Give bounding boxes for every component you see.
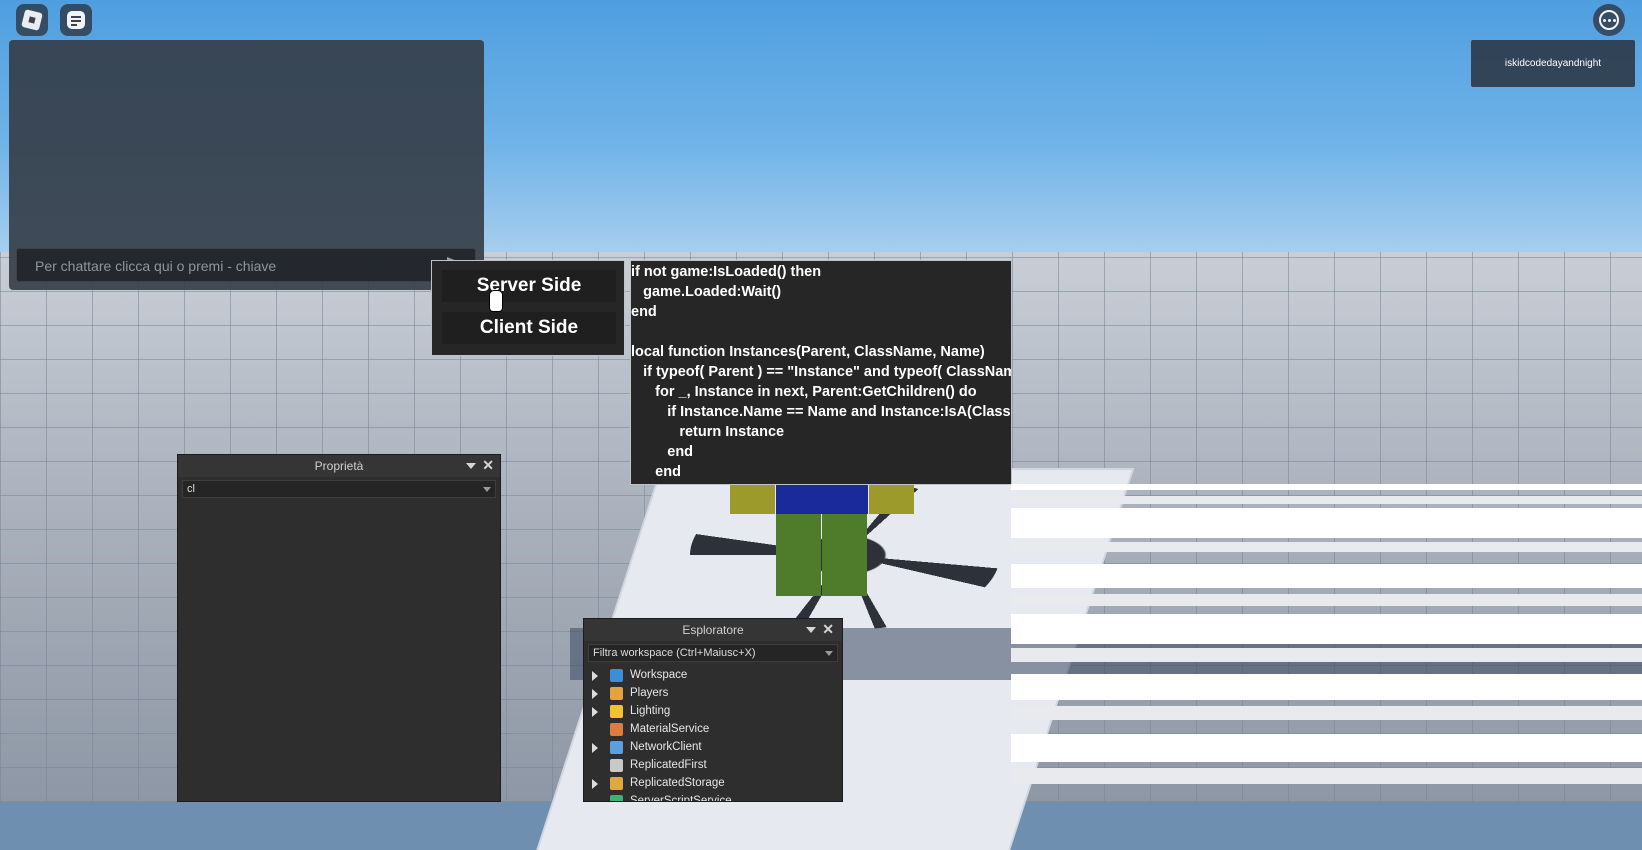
roblox-menu-button[interactable] [16,4,48,36]
storage-icon [610,777,623,790]
server-side-button[interactable]: Server Side [442,270,616,302]
material-icon [610,723,623,736]
tree-item[interactable]: ReplicatedFirst [584,757,842,775]
code-line: for _, Instance in next, Parent:GetChild… [631,384,977,400]
network-icon [610,741,623,754]
tree-item[interactable]: MaterialService [584,721,842,739]
chat-placeholder: Per chattare clicca qui o premi - chiave [35,258,277,274]
output-line [1011,484,1642,490]
tree-item[interactable]: ServerScriptService [584,793,842,802]
code-line: if typeof( Parent ) == "Instance" and ty… [631,364,1012,380]
properties-title-bar[interactable]: Proprietà ✕ [178,455,500,477]
close-icon[interactable]: ✕ [482,457,494,474]
avatar-right-leg [822,514,867,596]
output-line [1011,706,1642,720]
properties-filter-input[interactable]: cl [182,480,496,498]
avatar-left-leg [776,514,821,596]
player-name[interactable]: iskidcodedayandnight [1505,58,1601,69]
close-icon[interactable]: ✕ [822,621,834,638]
output-line [1011,564,1642,588]
script-service-icon [610,795,623,801]
output-line [1011,734,1642,762]
tree-item[interactable]: Workspace [584,667,842,685]
tree-item-label: MaterialService [630,723,710,735]
players-icon [610,687,623,700]
code-line: end [631,444,694,460]
code-line: return Instance [631,424,785,440]
player-list: iskidcodedayandnight [1471,40,1635,87]
tree-item-label: ServerScriptService [630,795,732,802]
executor-side-panel: Server Side Client Side [431,260,625,356]
hand-cursor-icon [489,290,503,312]
tree-item-label: ReplicatedFirst [630,759,707,771]
output-line [1011,648,1642,662]
chat-input[interactable]: Per chattare clicca qui o premi - chiave [16,248,476,282]
tree-item-label: Players [630,687,669,699]
explorer-filter-input[interactable]: Filtra workspace (Ctrl+Maiusc+X) [588,644,838,662]
code-line: if Instance.Name == Name and Instance:Is… [631,404,1012,420]
output-line [1011,508,1642,538]
properties-panel: Proprietà ✕ cl [177,454,501,802]
code-line: game.Loaded:Wait() [631,284,782,300]
tree-item-label: ReplicatedStorage [630,777,725,789]
explorer-filter-placeholder: Filtra workspace (Ctrl+Maiusc+X) [593,647,756,659]
caret-down-icon[interactable] [825,651,833,656]
replicated-first-icon [610,759,623,772]
output-line [1011,674,1642,700]
properties-filter-value: cl [187,483,195,495]
code-line: if not game:IsLoaded() then [631,264,822,280]
more-icon [1599,10,1619,30]
tree-item-label: NetworkClient [630,741,702,753]
chat-toggle-button[interactable] [60,4,92,36]
caret-down-icon[interactable] [483,487,491,492]
output-line [1011,768,1642,784]
properties-title: Proprietà [314,459,364,473]
code-line: end [631,304,657,320]
lightbulb-icon [610,705,623,718]
output-line [1011,614,1642,644]
expand-arrow-icon[interactable] [592,779,598,789]
tree-item-label: Workspace [630,669,688,681]
code-line: local function Instances(Parent, ClassNa… [631,344,985,360]
more-options-button[interactable] [1593,4,1625,36]
output-line [1011,594,1642,606]
tree-item[interactable]: Players [584,685,842,703]
expand-arrow-icon[interactable] [592,743,598,753]
output-line [1011,542,1642,552]
explorer-panel: Esploratore ✕ Filtra workspace (Ctrl+Mai… [583,618,843,802]
chat-icon [67,11,85,29]
explorer-title-bar[interactable]: Esploratore ✕ [584,619,842,641]
expand-arrow-icon[interactable] [592,689,598,699]
chevron-down-icon[interactable] [466,463,476,469]
code-editor[interactable]: if not game:IsLoaded() then game.Loaded:… [630,260,1012,485]
explorer-title: Esploratore [682,623,744,637]
output-overlay [1011,484,1642,802]
globe-icon [610,669,623,682]
tree-item[interactable]: ReplicatedStorage [584,775,842,793]
roblox-logo-icon [21,9,43,31]
output-line [1011,496,1642,504]
code-line: end [631,464,681,480]
tree-item[interactable]: Lighting [584,703,842,721]
expand-arrow-icon[interactable] [592,671,598,681]
tree-item[interactable]: NetworkClient [584,739,842,757]
chevron-down-icon[interactable] [806,627,816,633]
tree-item-label: Lighting [630,705,671,717]
expand-arrow-icon[interactable] [592,707,598,717]
client-side-button[interactable]: Client Side [442,312,616,344]
